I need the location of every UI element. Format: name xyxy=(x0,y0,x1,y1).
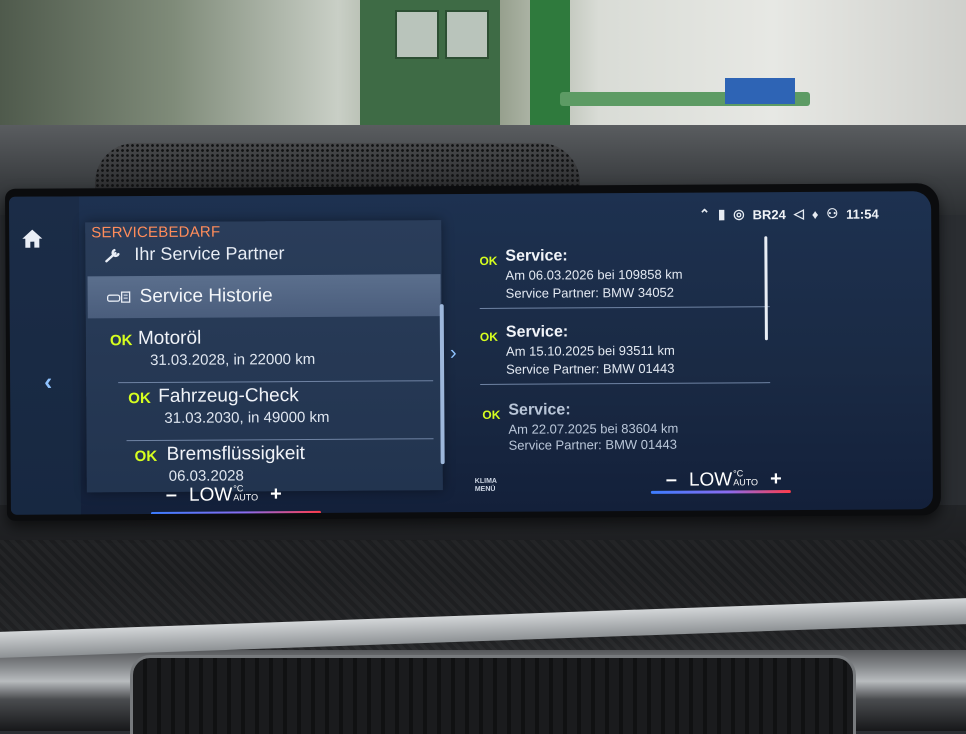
divider xyxy=(480,382,770,385)
entry-partner: Service Partner: BMW 01443 xyxy=(506,361,674,377)
climate-menu-line1: KLIMA xyxy=(475,478,497,486)
entry-title: Service: xyxy=(505,247,567,265)
car-service-icon xyxy=(106,289,132,305)
status-bar: ⌃ ▮ ◎ BR24 ◁ ♦ ⚇ 11:54 xyxy=(699,206,879,223)
temp-up-button[interactable]: + xyxy=(270,483,282,506)
climate-control-right: – LOW°CAUTO + xyxy=(666,468,782,492)
temp-display[interactable]: LOW°CAUTO xyxy=(689,469,758,491)
item-detail: 31.03.2030, in 49000 km xyxy=(164,409,329,427)
entry-title: Service: xyxy=(508,401,570,419)
temp-down-button[interactable]: – xyxy=(666,469,677,492)
blue-box xyxy=(725,78,795,104)
temp-display[interactable]: LOW°CAUTO xyxy=(189,484,258,506)
temp-value: LOW xyxy=(189,484,232,505)
divider xyxy=(480,306,770,309)
climate-control-left: – LOW°CAUTO + xyxy=(166,483,282,507)
temp-up-button[interactable]: + xyxy=(770,468,782,491)
chevron-right-icon[interactable]: › xyxy=(450,342,457,365)
climate-menu-button[interactable]: KLIMA MENÜ xyxy=(475,478,497,494)
entry-date: Am 15.10.2025 bei 93511 km xyxy=(506,343,675,359)
wrench-icon xyxy=(104,247,124,263)
door-window xyxy=(395,10,439,59)
climate-indicator xyxy=(651,490,791,494)
side-rail: ‹ xyxy=(9,196,81,514)
ok-badge: OK xyxy=(128,390,151,407)
entry-partner: Service Partner: BMW 34052 xyxy=(506,285,674,301)
service-history-label: Service Historie xyxy=(140,285,273,308)
clock: 11:54 xyxy=(846,206,879,221)
ok-badge: OK xyxy=(480,330,498,344)
chevron-left-icon[interactable]: ‹ xyxy=(44,369,52,397)
ok-badge: OK xyxy=(135,448,158,465)
item-name: Bremsflüssigkeit xyxy=(167,443,305,466)
phone-icon: ▮ xyxy=(718,206,725,222)
ok-badge: OK xyxy=(110,332,133,349)
history-entry[interactable]: OK Service: Am 06.03.2026 bei 109858 km … xyxy=(479,246,769,248)
item-name: Motoröl xyxy=(138,328,201,350)
microphone-icon: ♦ xyxy=(812,206,819,221)
service-partner-label: Ihr Service Partner xyxy=(134,243,284,265)
temp-down-button[interactable]: – xyxy=(166,484,177,507)
temp-value: LOW xyxy=(689,469,732,490)
ok-badge: OK xyxy=(482,408,500,422)
radio-station: BR24 xyxy=(753,207,786,222)
item-detail: 31.03.2028, in 22000 km xyxy=(150,351,315,369)
entry-date: Am 22.07.2025 bei 83604 km xyxy=(508,421,678,437)
ok-badge: OK xyxy=(479,254,497,268)
chevron-up-icon[interactable]: ⌃ xyxy=(699,207,710,223)
air-vent xyxy=(130,655,856,734)
page-title: SERVICEBEDARF xyxy=(91,224,220,242)
volume-icon: ◁ xyxy=(794,206,804,222)
history-entry[interactable]: OK Service: Am 15.10.2025 bei 93511 km S… xyxy=(480,322,770,324)
home-icon[interactable] xyxy=(21,229,43,249)
detail-scrollbar[interactable] xyxy=(764,236,768,340)
service-partner-item[interactable]: Ihr Service Partner xyxy=(104,243,284,265)
user-icon: ⚇ xyxy=(826,206,838,222)
list-scrollbar[interactable] xyxy=(440,304,445,464)
entry-title: Service: xyxy=(506,323,568,341)
door-window xyxy=(445,10,489,59)
auto-label: AUTO xyxy=(233,492,258,502)
entry-partner: Service Partner: BMW 01443 xyxy=(509,437,677,453)
item-name: Fahrzeug-Check xyxy=(158,385,299,408)
auto-label: AUTO xyxy=(733,477,758,487)
service-history-item[interactable]: Service Historie xyxy=(88,274,441,318)
history-entry[interactable]: OK Service: Am 22.07.2025 bei 83604 km S… xyxy=(482,400,772,402)
temp-mode: °CAUTO xyxy=(733,469,758,487)
temp-mode: °CAUTO xyxy=(233,484,258,502)
entry-date: Am 06.03.2026 bei 109858 km xyxy=(505,267,682,283)
radio-icon: ◎ xyxy=(733,206,744,222)
infotainment-screen: ‹ SERVICEBEDARF Ihr Service Partner Serv… xyxy=(9,191,933,515)
climate-menu-line2: MENÜ xyxy=(475,486,497,494)
